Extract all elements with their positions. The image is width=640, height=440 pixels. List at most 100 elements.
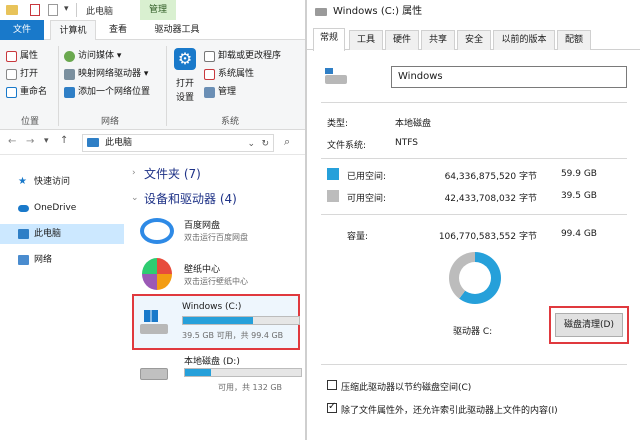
nav-item-quick-access[interactable]: ★ 快速访问: [0, 172, 124, 192]
back-arrow-icon[interactable]: ←: [8, 136, 16, 147]
type-label: 类型:: [327, 119, 349, 129]
manage-icon: [204, 86, 215, 98]
computer-icon: [87, 138, 99, 147]
tab-drive-tools[interactable]: 驱动器工具: [142, 20, 212, 40]
drive-base-icon: [325, 75, 347, 84]
capacity-bytes: 106,770,583,552 字节: [438, 232, 537, 242]
index-label[interactable]: 除了文件属性外，还允许索引此驱动器上文件的内容(I): [341, 403, 558, 416]
group-label-system: 系统: [220, 117, 239, 127]
group-label-location: 位置: [20, 117, 39, 127]
drive-usage-fill: [185, 369, 211, 376]
search-icon[interactable]: ⌕: [284, 135, 290, 149]
forward-arrow-icon[interactable]: →: [26, 136, 34, 147]
open-settings-button[interactable]: ⚙ 打开 设置: [170, 46, 200, 108]
tab-hardware[interactable]: 硬件: [385, 30, 419, 50]
system-properties-button[interactable]: 系统属性: [204, 66, 254, 82]
up-arrow-icon[interactable]: ↑: [60, 135, 68, 146]
map-network-drive-button[interactable]: 映射网络驱动器 ▾: [64, 66, 148, 82]
title-separator: [76, 3, 77, 17]
tab-tools[interactable]: 工具: [349, 30, 383, 50]
index-checkbox[interactable]: ✓: [327, 401, 337, 413]
blank-doc-icon[interactable]: [48, 4, 58, 16]
tab-file[interactable]: 文件: [0, 20, 44, 40]
divider: [321, 364, 627, 365]
drive-body-icon: [140, 324, 168, 334]
device-name: 百度网盘: [184, 221, 221, 231]
chevron-down-icon[interactable]: ⌄: [131, 193, 139, 203]
used-space-swatch: [327, 168, 339, 180]
checkmark-icon: ✓: [328, 401, 337, 412]
capacity-gb: 99.4 GB: [560, 229, 597, 239]
nav-label: 网络: [34, 255, 53, 265]
quick-access-dropdown-icon[interactable]: ▾: [64, 4, 69, 14]
tab-sharing[interactable]: 共享: [421, 30, 455, 50]
address-path: 此电脑: [105, 138, 133, 148]
used-space-gb: 59.9 GB: [560, 169, 597, 179]
add-network-location-label: 添加一个网络位置: [78, 87, 151, 97]
device-item-wallpaper-center[interactable]: 壁纸中心 双击运行壁纸中心: [130, 256, 305, 292]
free-space-bytes: 42,433,708,032 字节: [444, 194, 537, 204]
nav-item-network[interactable]: 网络: [0, 250, 124, 270]
free-space-swatch: [327, 190, 339, 202]
drive-name: Windows (C:): [182, 302, 242, 312]
checkbox-doc-icon[interactable]: [30, 4, 40, 16]
free-space-label: 可用空间:: [347, 194, 387, 204]
donut-hole: [459, 262, 491, 294]
ribbon-separator: [166, 46, 167, 126]
tab-quota[interactable]: 配额: [557, 30, 591, 50]
properties-button[interactable]: 属性: [6, 48, 38, 64]
section-devices[interactable]: 设备和驱动器 (4): [144, 190, 237, 207]
compress-checkbox[interactable]: [327, 380, 337, 390]
baidu-netdisk-icon: [140, 218, 174, 244]
nav-item-this-pc[interactable]: 此电脑: [0, 224, 124, 244]
tab-previous-versions[interactable]: 以前的版本: [493, 30, 555, 50]
drive-item-d[interactable]: 本地磁盘 (D:) 可用，共 132 GB: [132, 352, 305, 396]
disk-cleanup-button[interactable]: 磁盘清理(D): [555, 313, 623, 337]
drive-item-c[interactable]: Windows (C:) 39.5 GB 可用，共 99.4 GB: [132, 294, 300, 350]
drive-name-input[interactable]: Windows: [391, 66, 627, 88]
media-icon: [64, 50, 75, 62]
rename-icon: [6, 86, 17, 98]
open-button[interactable]: 打开: [6, 66, 38, 82]
dialog-title: Windows (C:) 属性: [333, 6, 423, 17]
address-input[interactable]: 此电脑 ⌄ ↻: [82, 134, 274, 152]
rename-button[interactable]: 重命名: [6, 84, 47, 100]
map-network-drive-label: 映射网络驱动器 ▾: [78, 69, 149, 79]
compress-label[interactable]: 压缩此驱动器以节约磁盘空间(C): [341, 380, 471, 393]
file-explorer-window: ▾ 此电脑 管理 文件 计算机 查看 驱动器工具 属性 打开 重命名 位置 访问…: [0, 0, 306, 440]
uninstall-program-button[interactable]: 卸载或更改程序: [204, 48, 281, 64]
ribbon: 属性 打开 重命名 位置 访问媒体 ▾ 映射网络驱动器 ▾ 添加一个网络位置 网…: [0, 40, 305, 130]
capacity-label: 容量:: [347, 232, 369, 242]
section-folders[interactable]: 文件夹 (7): [144, 165, 201, 182]
address-dropdown-icon[interactable]: ⌄: [247, 136, 255, 152]
refresh-icon[interactable]: ↻: [261, 136, 269, 152]
drive-top-icon: [325, 68, 333, 74]
device-subtitle: 双击运行百度网盘: [184, 233, 248, 242]
drive-free-text: 39.5 GB 可用，共 99.4 GB: [182, 331, 284, 340]
recent-dropdown-icon[interactable]: ▾: [44, 136, 49, 146]
tab-computer[interactable]: 计算机: [50, 20, 96, 40]
access-media-button[interactable]: 访问媒体 ▾: [64, 48, 121, 64]
nav-item-onedrive[interactable]: OneDrive: [0, 198, 124, 218]
nav-label: 此电脑: [34, 229, 62, 239]
nav-label: 快速访问: [34, 177, 71, 187]
manage-button[interactable]: 管理: [204, 84, 236, 100]
tab-view[interactable]: 查看: [100, 20, 136, 40]
drive-usage-bar: [184, 368, 302, 377]
nav-label: OneDrive: [34, 203, 77, 213]
ribbon-separator: [58, 46, 59, 126]
disk-usage-donut: [449, 252, 501, 304]
chevron-right-icon[interactable]: ›: [132, 168, 136, 178]
drive-large-icon: [325, 68, 347, 84]
tab-security[interactable]: 安全: [457, 30, 491, 50]
windows-drive-icon: [140, 310, 168, 334]
drive-letter-label: 驱动器 C:: [453, 327, 493, 337]
tab-general[interactable]: 常规: [313, 28, 345, 51]
device-item-baidu-netdisk[interactable]: 百度网盘 双击运行百度网盘: [130, 212, 305, 250]
add-network-location-button[interactable]: 添加一个网络位置: [64, 84, 150, 100]
open-settings-label-line2: 设置: [175, 93, 194, 103]
navigation-pane: ★ 快速访问 OneDrive 此电脑 网络: [0, 160, 124, 440]
drive-icon: [315, 8, 327, 16]
computer-icon: [18, 229, 29, 239]
context-tab-manage[interactable]: 管理: [140, 0, 176, 20]
